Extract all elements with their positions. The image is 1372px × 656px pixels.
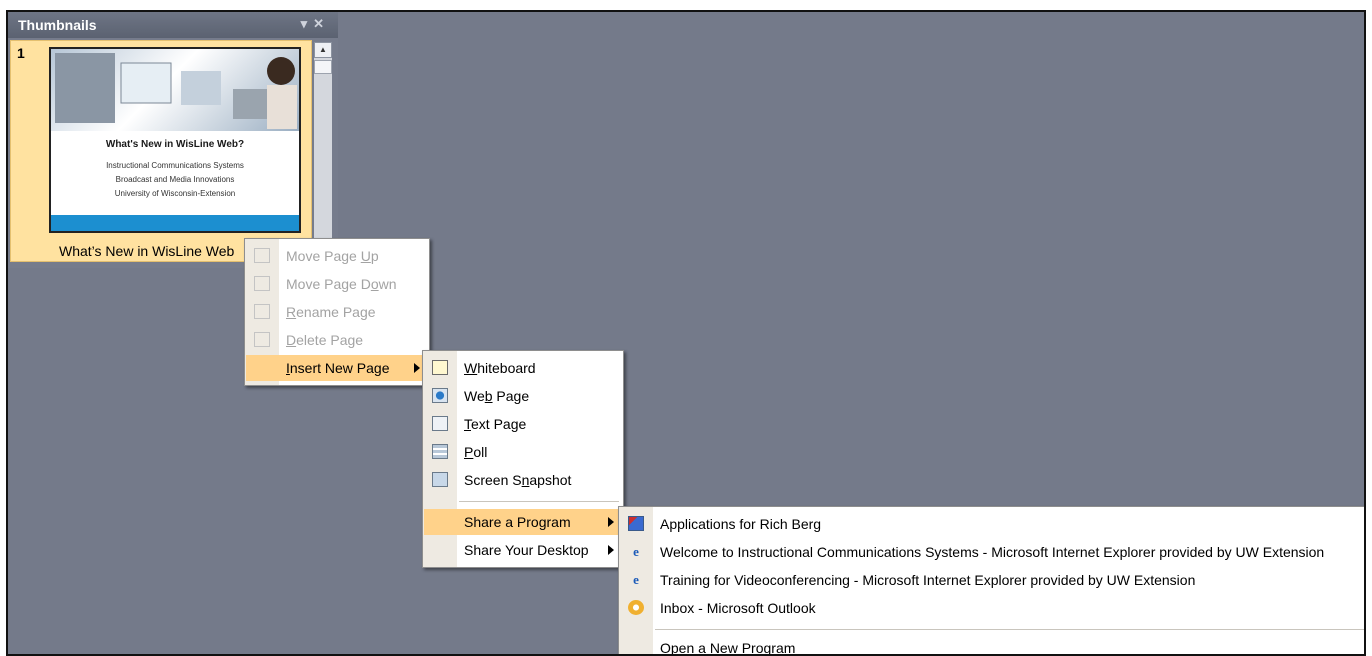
menu-program-ie-training[interactable]: e Training for Videoconferencing - Micro… [620,567,1364,593]
thumbnails-title: Thumbnails [18,17,97,33]
menu-share-a-program[interactable]: Share a Program [424,509,622,535]
thumbnails-header: Thumbnails ▾✕ [8,12,338,38]
menu-text-page[interactable]: Text Page [424,411,622,437]
text-page-icon [432,416,448,431]
internet-explorer-icon: e [633,572,639,587]
web-page-icon [432,388,448,403]
menu-move-page-up[interactable]: Move Page Up [246,243,428,269]
slide-number: 1 [17,45,25,61]
submenu-arrow-icon [608,517,614,527]
menu-program-outlook[interactable]: Inbox - Microsoft Outlook [620,595,1364,621]
slide-photo-collage [51,49,299,131]
share-program-submenu: Applications for Rich Berg e Welcome to … [618,506,1364,654]
menu-web-page[interactable]: Web Page [424,383,622,409]
dropdown-arrow-icon[interactable]: ▾ [301,16,314,31]
menu-screen-snapshot[interactable]: Screen Snapshot [424,467,622,493]
submenu-arrow-icon [608,545,614,555]
menu-poll[interactable]: Poll [424,439,622,465]
move-down-icon [254,276,270,291]
menu-share-your-desktop[interactable]: Share Your Desktop [424,537,622,563]
slide-photo-illustration [55,53,297,129]
thumbnails-scrollbar[interactable] [314,42,332,262]
scrollbar-thumb[interactable] [314,60,332,74]
screen-snapshot-icon [432,472,448,487]
menu-separator [655,629,1364,630]
slide-preview-image[interactable]: What's New in WisLine Web? Instructional… [49,47,301,233]
slide-footer-bar [51,215,299,231]
menu-whiteboard[interactable]: Whiteboard [424,355,622,381]
close-icon[interactable]: ✕ [313,16,330,31]
delete-icon [254,332,270,347]
menu-insert-new-page[interactable]: Insert New Page [246,355,428,381]
internet-explorer-icon: e [633,544,639,559]
main-canvas: Thumbnails ▾✕ 1 What's New in WisLine We… [6,10,1366,656]
menu-program-applications[interactable]: Applications for Rich Berg [620,511,1364,537]
whiteboard-icon [432,360,448,375]
slide-context-menu: Move Page Up Move Page Down Rename Page … [244,238,430,386]
rename-icon [254,304,270,319]
menu-move-page-down[interactable]: Move Page Down [246,271,428,297]
slide-caption: What’s New in WisLine Web [59,243,235,259]
applications-icon [628,516,644,531]
slide-title-text: What's New in WisLine Web? [105,139,245,150]
slide-line-2: Broadcast and Media Innovations [115,175,235,184]
menu-open-new-program[interactable]: Open a New Program [620,635,1364,654]
menu-delete-page[interactable]: Delete Page [246,327,428,353]
move-up-icon [254,248,270,263]
thumbnails-panel: Thumbnails ▾✕ 1 What's New in WisLine We… [8,12,338,268]
outlook-icon [628,600,644,615]
poll-icon [432,444,448,459]
slide-thumbnail-item[interactable]: 1 What's New in WisLine Web? Instruction… [10,40,312,262]
menu-program-ie-welcome[interactable]: e Welcome to Instructional Communication… [620,539,1364,565]
slide-line-3: University of Wisconsin-Extension [114,189,236,198]
menu-rename-page[interactable]: Rename Page [246,299,428,325]
submenu-arrow-icon [414,363,420,373]
slide-line-1: Instructional Communications Systems [106,161,244,170]
scroll-up-button[interactable]: ▲ [314,42,332,58]
insert-page-submenu: Whiteboard Web Page Text Page Poll Scree… [422,350,624,568]
menu-separator [459,501,619,502]
